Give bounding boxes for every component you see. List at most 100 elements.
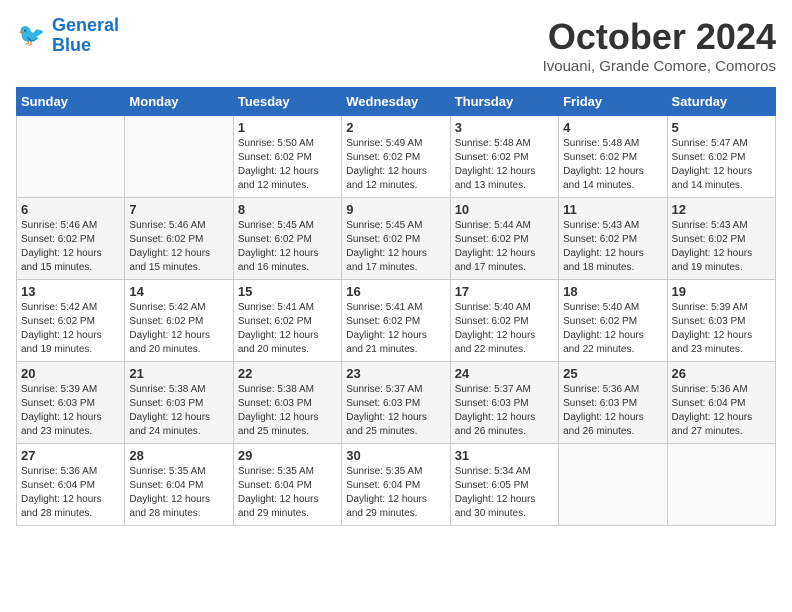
day-number: 19 bbox=[672, 284, 771, 299]
calendar-cell: 20 Sunrise: 5:39 AMSunset: 6:03 PMDaylig… bbox=[17, 362, 125, 444]
calendar-cell bbox=[559, 444, 667, 526]
day-number: 1 bbox=[238, 120, 337, 135]
day-info: Sunrise: 5:38 AMSunset: 6:03 PMDaylight:… bbox=[129, 383, 228, 439]
day-info: Sunrise: 5:35 AMSunset: 6:04 PMDaylight:… bbox=[346, 465, 445, 521]
day-info: Sunrise: 5:41 AMSunset: 6:02 PMDaylight:… bbox=[238, 301, 337, 357]
logo-text: General Blue bbox=[52, 16, 119, 56]
day-number: 21 bbox=[129, 366, 228, 381]
day-number: 10 bbox=[455, 202, 554, 217]
day-info: Sunrise: 5:36 AMSunset: 6:03 PMDaylight:… bbox=[563, 383, 662, 439]
calendar-cell: 21 Sunrise: 5:38 AMSunset: 6:03 PMDaylig… bbox=[125, 362, 233, 444]
month-title: October 2024 bbox=[543, 16, 776, 58]
calendar-cell bbox=[17, 116, 125, 198]
day-number: 11 bbox=[563, 202, 662, 217]
calendar-cell: 29 Sunrise: 5:35 AMSunset: 6:04 PMDaylig… bbox=[233, 444, 341, 526]
day-number: 14 bbox=[129, 284, 228, 299]
header-day: Thursday bbox=[450, 88, 558, 116]
day-info: Sunrise: 5:40 AMSunset: 6:02 PMDaylight:… bbox=[563, 301, 662, 357]
day-number: 12 bbox=[672, 202, 771, 217]
day-info: Sunrise: 5:36 AMSunset: 6:04 PMDaylight:… bbox=[672, 383, 771, 439]
day-info: Sunrise: 5:46 AMSunset: 6:02 PMDaylight:… bbox=[21, 219, 120, 275]
calendar-cell bbox=[667, 444, 775, 526]
calendar-cell: 16 Sunrise: 5:41 AMSunset: 6:02 PMDaylig… bbox=[342, 280, 450, 362]
logo: 🐦 General Blue bbox=[16, 16, 119, 56]
calendar-cell: 12 Sunrise: 5:43 AMSunset: 6:02 PMDaylig… bbox=[667, 198, 775, 280]
day-number: 13 bbox=[21, 284, 120, 299]
day-info: Sunrise: 5:49 AMSunset: 6:02 PMDaylight:… bbox=[346, 137, 445, 193]
calendar-cell: 6 Sunrise: 5:46 AMSunset: 6:02 PMDayligh… bbox=[17, 198, 125, 280]
day-number: 28 bbox=[129, 448, 228, 463]
day-number: 29 bbox=[238, 448, 337, 463]
calendar-cell: 22 Sunrise: 5:38 AMSunset: 6:03 PMDaylig… bbox=[233, 362, 341, 444]
calendar-cell: 7 Sunrise: 5:46 AMSunset: 6:02 PMDayligh… bbox=[125, 198, 233, 280]
day-number: 22 bbox=[238, 366, 337, 381]
calendar-table: SundayMondayTuesdayWednesdayThursdayFrid… bbox=[16, 87, 776, 526]
day-number: 27 bbox=[21, 448, 120, 463]
day-number: 20 bbox=[21, 366, 120, 381]
day-info: Sunrise: 5:37 AMSunset: 6:03 PMDaylight:… bbox=[455, 383, 554, 439]
calendar-cell: 18 Sunrise: 5:40 AMSunset: 6:02 PMDaylig… bbox=[559, 280, 667, 362]
calendar-week-row: 20 Sunrise: 5:39 AMSunset: 6:03 PMDaylig… bbox=[17, 362, 776, 444]
calendar-cell: 11 Sunrise: 5:43 AMSunset: 6:02 PMDaylig… bbox=[559, 198, 667, 280]
header-day: Wednesday bbox=[342, 88, 450, 116]
calendar-cell: 31 Sunrise: 5:34 AMSunset: 6:05 PMDaylig… bbox=[450, 444, 558, 526]
day-info: Sunrise: 5:43 AMSunset: 6:02 PMDaylight:… bbox=[672, 219, 771, 275]
day-number: 25 bbox=[563, 366, 662, 381]
calendar-week-row: 6 Sunrise: 5:46 AMSunset: 6:02 PMDayligh… bbox=[17, 198, 776, 280]
calendar-cell: 19 Sunrise: 5:39 AMSunset: 6:03 PMDaylig… bbox=[667, 280, 775, 362]
day-info: Sunrise: 5:50 AMSunset: 6:02 PMDaylight:… bbox=[238, 137, 337, 193]
day-info: Sunrise: 5:39 AMSunset: 6:03 PMDaylight:… bbox=[21, 383, 120, 439]
location-title: Ivouani, Grande Comore, Comoros bbox=[543, 58, 776, 75]
day-info: Sunrise: 5:48 AMSunset: 6:02 PMDaylight:… bbox=[455, 137, 554, 193]
day-info: Sunrise: 5:42 AMSunset: 6:02 PMDaylight:… bbox=[129, 301, 228, 357]
day-number: 3 bbox=[455, 120, 554, 135]
calendar-cell: 25 Sunrise: 5:36 AMSunset: 6:03 PMDaylig… bbox=[559, 362, 667, 444]
calendar-cell bbox=[125, 116, 233, 198]
calendar-cell: 10 Sunrise: 5:44 AMSunset: 6:02 PMDaylig… bbox=[450, 198, 558, 280]
calendar-week-row: 27 Sunrise: 5:36 AMSunset: 6:04 PMDaylig… bbox=[17, 444, 776, 526]
day-number: 7 bbox=[129, 202, 228, 217]
calendar-cell: 24 Sunrise: 5:37 AMSunset: 6:03 PMDaylig… bbox=[450, 362, 558, 444]
day-number: 17 bbox=[455, 284, 554, 299]
logo-icon: 🐦 bbox=[16, 20, 48, 52]
day-number: 26 bbox=[672, 366, 771, 381]
calendar-cell: 14 Sunrise: 5:42 AMSunset: 6:02 PMDaylig… bbox=[125, 280, 233, 362]
day-info: Sunrise: 5:45 AMSunset: 6:02 PMDaylight:… bbox=[238, 219, 337, 275]
day-number: 31 bbox=[455, 448, 554, 463]
calendar-cell: 2 Sunrise: 5:49 AMSunset: 6:02 PMDayligh… bbox=[342, 116, 450, 198]
day-number: 5 bbox=[672, 120, 771, 135]
calendar-week-row: 1 Sunrise: 5:50 AMSunset: 6:02 PMDayligh… bbox=[17, 116, 776, 198]
day-number: 23 bbox=[346, 366, 445, 381]
calendar-cell: 3 Sunrise: 5:48 AMSunset: 6:02 PMDayligh… bbox=[450, 116, 558, 198]
day-number: 24 bbox=[455, 366, 554, 381]
calendar-cell: 8 Sunrise: 5:45 AMSunset: 6:02 PMDayligh… bbox=[233, 198, 341, 280]
day-number: 15 bbox=[238, 284, 337, 299]
svg-text:🐦: 🐦 bbox=[18, 22, 46, 47]
day-info: Sunrise: 5:42 AMSunset: 6:02 PMDaylight:… bbox=[21, 301, 120, 357]
day-info: Sunrise: 5:47 AMSunset: 6:02 PMDaylight:… bbox=[672, 137, 771, 193]
calendar-cell: 17 Sunrise: 5:40 AMSunset: 6:02 PMDaylig… bbox=[450, 280, 558, 362]
day-info: Sunrise: 5:40 AMSunset: 6:02 PMDaylight:… bbox=[455, 301, 554, 357]
header-day: Tuesday bbox=[233, 88, 341, 116]
day-number: 18 bbox=[563, 284, 662, 299]
day-info: Sunrise: 5:36 AMSunset: 6:04 PMDaylight:… bbox=[21, 465, 120, 521]
header-day: Saturday bbox=[667, 88, 775, 116]
calendar-cell: 13 Sunrise: 5:42 AMSunset: 6:02 PMDaylig… bbox=[17, 280, 125, 362]
day-number: 9 bbox=[346, 202, 445, 217]
calendar-cell: 27 Sunrise: 5:36 AMSunset: 6:04 PMDaylig… bbox=[17, 444, 125, 526]
header-day: Friday bbox=[559, 88, 667, 116]
calendar-cell: 15 Sunrise: 5:41 AMSunset: 6:02 PMDaylig… bbox=[233, 280, 341, 362]
day-number: 2 bbox=[346, 120, 445, 135]
day-info: Sunrise: 5:37 AMSunset: 6:03 PMDaylight:… bbox=[346, 383, 445, 439]
day-info: Sunrise: 5:44 AMSunset: 6:02 PMDaylight:… bbox=[455, 219, 554, 275]
day-info: Sunrise: 5:35 AMSunset: 6:04 PMDaylight:… bbox=[238, 465, 337, 521]
header-day: Sunday bbox=[17, 88, 125, 116]
calendar-cell: 23 Sunrise: 5:37 AMSunset: 6:03 PMDaylig… bbox=[342, 362, 450, 444]
day-info: Sunrise: 5:48 AMSunset: 6:02 PMDaylight:… bbox=[563, 137, 662, 193]
page-header: 🐦 General Blue October 2024 Ivouani, Gra… bbox=[16, 16, 776, 75]
day-info: Sunrise: 5:35 AMSunset: 6:04 PMDaylight:… bbox=[129, 465, 228, 521]
day-info: Sunrise: 5:46 AMSunset: 6:02 PMDaylight:… bbox=[129, 219, 228, 275]
day-info: Sunrise: 5:34 AMSunset: 6:05 PMDaylight:… bbox=[455, 465, 554, 521]
day-number: 6 bbox=[21, 202, 120, 217]
calendar-cell: 26 Sunrise: 5:36 AMSunset: 6:04 PMDaylig… bbox=[667, 362, 775, 444]
